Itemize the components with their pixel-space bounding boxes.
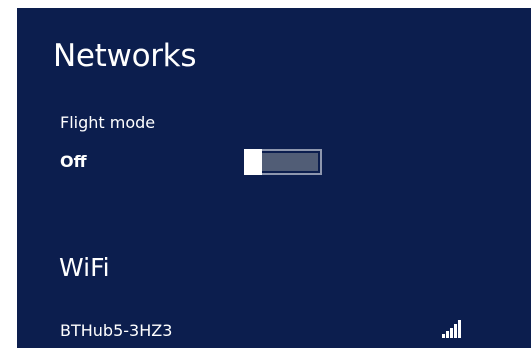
toggle-thumb[interactable] — [244, 149, 262, 175]
wifi-signal-icon — [442, 320, 462, 338]
panel-title: Networks — [53, 38, 197, 74]
wifi-heading: WiFi — [59, 253, 110, 282]
network-ssid: BTHub5-3HZ3 — [60, 321, 173, 340]
flight-mode-state: Off — [60, 152, 87, 171]
network-item[interactable]: BTHub5-3HZ3 — [47, 312, 487, 346]
flight-mode-toggle[interactable] — [244, 149, 322, 175]
networks-panel: Networks Flight mode Off WiFi BTHub5-3HZ… — [17, 8, 531, 348]
flight-mode-label: Flight mode — [60, 113, 156, 132]
